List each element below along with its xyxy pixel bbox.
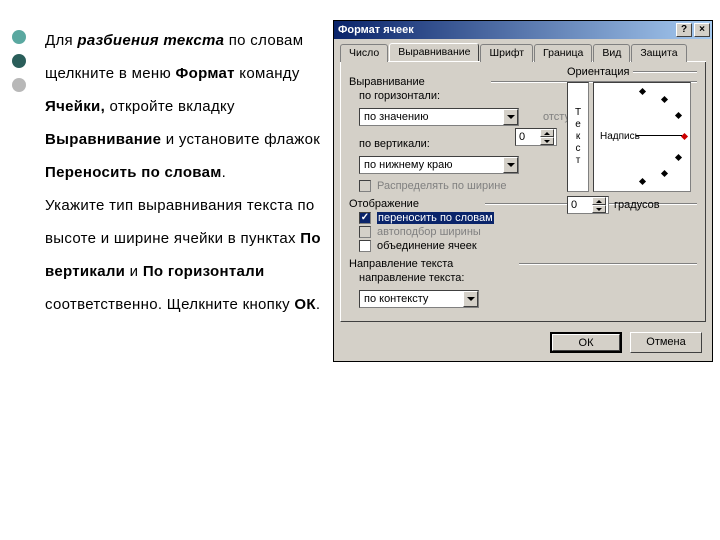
tab-number[interactable]: Число xyxy=(340,44,388,62)
label-degrees: градусов xyxy=(614,199,660,211)
chevron-down-icon[interactable] xyxy=(503,157,518,173)
bullet-2 xyxy=(12,54,26,68)
tab-strip: Число Выравнивание Шрифт Граница Вид Защ… xyxy=(340,43,706,62)
arc-label: Надпись xyxy=(600,131,640,142)
spin-degrees[interactable] xyxy=(567,196,609,214)
section-orientation: Ориентация xyxy=(567,66,629,78)
tab-alignment[interactable]: Выравнивание xyxy=(389,43,479,61)
combo-vertical[interactable]: по нижнему краю xyxy=(359,156,519,174)
combo-vertical-value: по нижнему краю xyxy=(360,159,503,171)
indent-input[interactable] xyxy=(516,129,540,145)
label-wrap: переносить по словам xyxy=(377,212,494,224)
label-horizontal: по горизонтали: xyxy=(359,90,444,102)
titlebar[interactable]: Формат ячеек ? × xyxy=(334,21,712,39)
orientation-panel: Ориентация Текст Надпись xyxy=(567,66,697,214)
combo-direction-value: по контексту xyxy=(360,293,463,305)
orientation-arc[interactable]: Надпись xyxy=(593,82,691,192)
checkbox-wrap[interactable] xyxy=(359,212,371,224)
label-direction: направление текста: xyxy=(359,272,469,284)
format-cells-dialog: Формат ячеек ? × Число Выравнивание Шриф… xyxy=(333,20,713,362)
section-alignment: Выравнивание xyxy=(349,76,425,88)
chevron-down-icon[interactable] xyxy=(540,137,554,145)
tab-panel-alignment: Выравнивание по горизонтали: по значению… xyxy=(340,62,706,322)
label-vertical: по вертикали: xyxy=(359,138,444,150)
label-autofit: автоподбор ширины xyxy=(377,226,481,238)
close-button[interactable]: × xyxy=(694,23,710,37)
chevron-up-icon[interactable] xyxy=(592,197,606,205)
bullet-list xyxy=(12,30,26,102)
chevron-down-icon[interactable] xyxy=(463,291,478,307)
label-distribute: Распределять по ширине xyxy=(377,180,506,192)
label-merge: объединение ячеек xyxy=(377,240,477,252)
chevron-down-icon[interactable] xyxy=(503,109,518,125)
help-button[interactable]: ? xyxy=(676,23,692,37)
checkbox-distribute xyxy=(359,180,371,192)
spin-indent[interactable] xyxy=(515,128,557,146)
tab-font[interactable]: Шрифт xyxy=(480,44,533,62)
checkbox-autofit xyxy=(359,226,371,238)
ok-button[interactable]: ОК xyxy=(550,332,622,353)
tab-view[interactable]: Вид xyxy=(593,44,630,62)
section-textdir: Направление текста xyxy=(349,258,453,270)
chevron-down-icon[interactable] xyxy=(592,205,606,213)
combo-horizontal-value: по значению xyxy=(360,111,503,123)
cancel-button[interactable]: Отмена xyxy=(630,332,702,353)
bullet-3 xyxy=(12,78,26,92)
chevron-up-icon[interactable] xyxy=(540,129,554,137)
checkbox-merge[interactable] xyxy=(359,240,371,252)
degrees-input[interactable] xyxy=(568,197,592,213)
tab-protection[interactable]: Защита xyxy=(631,44,686,62)
combo-direction[interactable]: по контексту xyxy=(359,290,479,308)
instruction-text: Для разбиения текста по словам щелкните … xyxy=(45,24,325,321)
combo-horizontal[interactable]: по значению xyxy=(359,108,519,126)
vertical-text-box[interactable]: Текст xyxy=(567,82,589,192)
bullet-1 xyxy=(12,30,26,44)
window-title: Формат ячеек xyxy=(338,24,414,36)
tab-border[interactable]: Граница xyxy=(534,44,592,62)
section-display: Отображение xyxy=(349,198,419,210)
